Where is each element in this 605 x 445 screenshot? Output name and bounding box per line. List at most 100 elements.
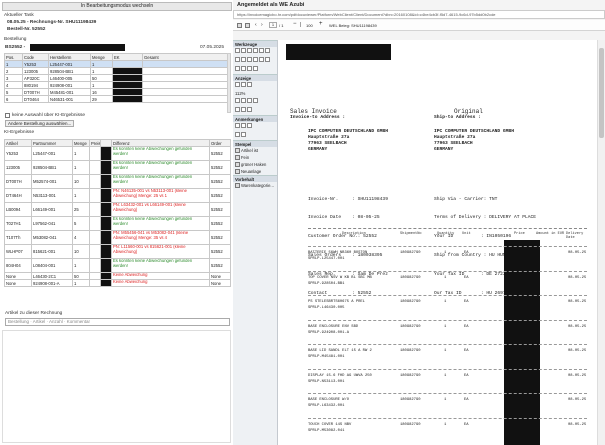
text-icon[interactable] [247, 48, 252, 53]
image-icon[interactable] [253, 66, 258, 71]
col-price[interactable]: Preis [89, 139, 101, 147]
settings-icon[interactable] [247, 107, 252, 112]
ki-partnumber: N53113-001 [31, 188, 73, 203]
hand-icon[interactable] [241, 48, 246, 53]
col-qty[interactable]: Menge [72, 139, 90, 147]
fit-width-icon[interactable] [235, 82, 240, 87]
arrow-icon[interactable] [253, 57, 258, 62]
cell: 123005 [22, 67, 49, 75]
next-page-icon[interactable]: › [261, 22, 263, 28]
article-input[interactable]: Bestellung · Artikel · Anzahl · Kommenta… [5, 318, 230, 326]
ki-row[interactable]: Y5253 L25447-001 1 Es konnten keine Abweich… [4, 146, 231, 161]
ki-article: DT464H [4, 188, 32, 203]
ki-row[interactable]: WLHP07 815621-001 10 PN: L11560-001 vs 8156… [4, 244, 231, 259]
item-description: BATTERIE 56WH NB360 BOSTON [308, 251, 368, 255]
table-row[interactable]: 6 DT0464 N46531-001 29 [4, 95, 228, 103]
edit-mode-button[interactable]: In Bearbeitungsmodus wechseln [2, 2, 232, 11]
fit-page-icon[interactable] [241, 82, 246, 87]
col-code[interactable]: Code [22, 53, 49, 61]
col-partnumber[interactable]: Partnummer [31, 139, 73, 147]
stamp-item[interactable]: grüner Haken [233, 161, 277, 168]
ki-row[interactable]: T107Th M53082-041 4 PN: M55456-041 vs M5308… [4, 230, 231, 245]
view-zoom[interactable]: 112% [233, 90, 277, 97]
tools-header[interactable]: Werkzeuge [233, 40, 277, 47]
download-icon[interactable] [235, 107, 240, 112]
col-manufacturer[interactable]: Herstellerm [48, 53, 91, 61]
note-icon[interactable] [265, 48, 270, 53]
invoice-heading: Sales Invoice [290, 108, 337, 115]
sidebar-toggle-icon[interactable] [237, 23, 242, 28]
flag-icon[interactable] [241, 132, 246, 137]
table-row[interactable]: 1 Y5253 L25447-001 1 [4, 60, 228, 68]
col-ek[interactable]: EK [112, 53, 143, 61]
comments-header[interactable]: Anmerkungen [233, 115, 277, 122]
col-difference[interactable]: Differenz [111, 139, 210, 147]
search-icon[interactable] [245, 23, 250, 28]
stamp-header[interactable]: Stempel [233, 140, 277, 147]
print-icon[interactable] [253, 98, 258, 103]
zoom-out-icon[interactable]: − [293, 21, 297, 27]
ki-row[interactable]: LB0094 L66149-001 25 PN: L63432-001 vs L661… [4, 202, 231, 217]
zoom-in-icon[interactable]: + [319, 21, 323, 27]
thumbnails-icon[interactable] [235, 98, 240, 103]
cell: DT0464 [22, 95, 49, 103]
viewer-scrollbar[interactable] [597, 40, 605, 445]
url-bar[interactable]: https://invoicemagicbo.hr.com/pdfdocuvie… [233, 10, 605, 19]
circle-icon[interactable] [241, 57, 246, 62]
bookmark-icon[interactable] [241, 98, 246, 103]
table-row[interactable]: 2 123005 928504-BB1 1 [4, 67, 228, 75]
stamp-item[interactable]: Fein [233, 154, 277, 161]
item-shipment: 180982790 [400, 373, 421, 378]
item-quantity: 1 [444, 422, 447, 427]
delete-icon[interactable] [247, 123, 252, 128]
reply-icon[interactable] [241, 123, 246, 128]
page-number-input[interactable]: 1 [269, 22, 277, 28]
link-icon[interactable] [247, 66, 252, 71]
info-icon[interactable] [241, 107, 246, 112]
check-icon[interactable] [235, 132, 240, 137]
zoom-level[interactable]: 100 [306, 23, 313, 28]
rect-icon[interactable] [235, 57, 240, 62]
ki-row[interactable]: DT007H M52574-001 10 Es konnten keine Abwei… [4, 174, 231, 189]
col-article[interactable]: Artikel [4, 139, 32, 147]
ki-row[interactable]: DT464H N53113-001 1 PN: N46135-001 vs N5311… [4, 188, 231, 203]
table-row[interactable]: 4 880194 924908-001 1 [4, 81, 228, 89]
ki-row[interactable]: None 924908-001-A 1 Keine Abweichung None [4, 279, 231, 287]
col-pos[interactable]: Pos. [4, 53, 23, 61]
item-code: SPRLP-M45481-001 [308, 355, 345, 359]
process-item[interactable]: Warenkategorie... [233, 182, 277, 189]
ki-price [89, 258, 101, 273]
stamp-item[interactable]: Neuanlage [233, 168, 277, 175]
order-table-scrollbar[interactable] [227, 53, 231, 113]
erase-icon[interactable] [265, 57, 270, 62]
prev-page-icon[interactable]: ‹ [255, 22, 257, 28]
invoice-line-item: BATTERIE 56WH NB360 BOSTON SPRLP-L25447-0… [282, 246, 595, 270]
table-row[interactable]: 5 DT007H M45481-001 16 [4, 88, 228, 96]
process-header[interactable]: Vorbehalt [233, 175, 277, 182]
stamp-icon[interactable] [259, 57, 264, 62]
layers-icon[interactable] [247, 98, 252, 103]
highlight-icon[interactable] [259, 48, 264, 53]
col-total[interactable]: Gesamt [142, 53, 228, 61]
ki-row[interactable]: 804H04 L08404-001 1 Es konnten keine Abweic… [4, 258, 231, 273]
rotate-icon[interactable] [235, 66, 240, 71]
pen-icon[interactable] [253, 48, 258, 53]
ki-checkbox[interactable] [5, 113, 10, 118]
ki-row[interactable]: T027H1 L97562-041 5 Es konnten keine Abweic… [4, 216, 231, 231]
col-quantity[interactable]: Menge [90, 53, 113, 61]
single-page-icon[interactable] [247, 82, 252, 87]
select-icon[interactable] [235, 48, 240, 53]
ki-row[interactable]: None L46430-2C1 50 Keine Abweichung None [4, 272, 231, 280]
comment-icon[interactable] [235, 123, 240, 128]
stamp-item[interactable]: Artikel ist [233, 147, 277, 154]
col-order[interactable]: Order [209, 139, 231, 147]
ki-checkbox-row[interactable]: keine Auswahl über KI-Ergebnisse [5, 113, 85, 118]
crop-icon[interactable] [241, 66, 246, 71]
table-row[interactable]: 3 AP320C L46400-005 50 [4, 74, 228, 82]
ki-row[interactable]: 123005 928504-BB1 1 Es konnten keine Abweic… [4, 160, 231, 175]
scroll-thumb[interactable] [599, 48, 604, 138]
view-header[interactable]: Anzeige [233, 74, 277, 81]
line-icon[interactable] [247, 57, 252, 62]
task-line-2: Bestell-Nr. 52552 [7, 27, 46, 32]
other-order-button[interactable]: Andere Bestellung auswählen... [5, 120, 75, 127]
